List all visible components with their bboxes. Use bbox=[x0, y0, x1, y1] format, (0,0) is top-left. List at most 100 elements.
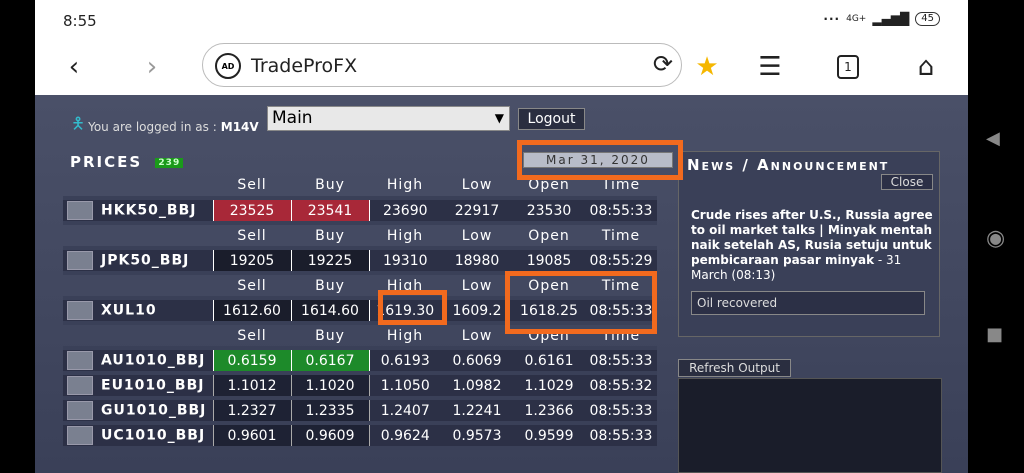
web-page: 🯅 You are logged in as : M14V Main ▼ Log… bbox=[35, 95, 968, 473]
sell-price[interactable]: 1.2327 bbox=[212, 397, 292, 425]
account-select[interactable]: Main ▼ bbox=[267, 106, 510, 131]
column-header: Open bbox=[513, 223, 585, 250]
symbol-cell[interactable]: GU1010_BBJ bbox=[63, 398, 213, 425]
buy-price[interactable]: 0.6167 bbox=[290, 347, 370, 375]
news-body: Crude rises after U.S., Russia agree to … bbox=[691, 208, 935, 283]
quote-row[interactable]: JPK50_BBJ 19205 19225 19310 18980 19085 08:55:… bbox=[63, 247, 657, 275]
news-field[interactable]: Oil recovered bbox=[691, 291, 925, 315]
chart-icon[interactable] bbox=[67, 251, 93, 270]
low-value: 0.9573 bbox=[441, 423, 513, 450]
time-value: 08:55:32 bbox=[585, 373, 657, 400]
sell-price[interactable]: 19205 bbox=[212, 247, 292, 275]
forward-icon[interactable]: › bbox=[135, 50, 169, 84]
menu-icon[interactable]: ☰ bbox=[753, 50, 787, 84]
sell-price[interactable]: 0.9601 bbox=[212, 422, 292, 450]
sell-price[interactable]: 0.6159 bbox=[212, 347, 292, 375]
nav-recents-icon[interactable]: ■ bbox=[986, 324, 1003, 345]
open-value: 0.6161 bbox=[513, 348, 585, 375]
login-user: M14V bbox=[220, 119, 259, 134]
high-value: 0.9624 bbox=[369, 423, 441, 450]
logout-button[interactable]: Logout bbox=[518, 108, 585, 130]
back-icon[interactable]: ‹ bbox=[57, 50, 91, 84]
chart-icon[interactable] bbox=[67, 301, 93, 320]
news-panel: News / Announcement Close Crude rises af… bbox=[678, 151, 940, 337]
chart-icon[interactable] bbox=[67, 376, 93, 395]
chart-icon[interactable] bbox=[67, 426, 93, 445]
quote-row[interactable]: EU1010_BBJ 1.1012 1.1020 1.1050 1.0982 1.1029… bbox=[63, 372, 657, 400]
refresh-output-button[interactable]: Refresh Output bbox=[678, 359, 791, 377]
chart-icon[interactable] bbox=[67, 401, 93, 420]
symbol-cell[interactable]: JPK50_BBJ bbox=[63, 248, 213, 275]
time-value: 08:55:33 bbox=[585, 298, 657, 325]
buy-price[interactable]: 1614.60 bbox=[290, 297, 370, 325]
home-icon[interactable]: ⌂ bbox=[909, 50, 943, 84]
high-value: 0.6193 bbox=[369, 348, 441, 375]
quote-row[interactable]: AU1010_BBJ 0.6159 0.6167 0.6193 0.6069 0.6161… bbox=[63, 347, 657, 375]
reload-icon[interactable]: ⟳ bbox=[653, 50, 673, 78]
buy-price[interactable]: 23541 bbox=[290, 197, 370, 225]
tabs-button[interactable]: 1 bbox=[831, 50, 865, 84]
chart-icon[interactable] bbox=[67, 351, 93, 370]
column-header: High bbox=[369, 223, 441, 250]
open-value: 23530 bbox=[513, 198, 585, 225]
login-info: 🯅 You are logged in as : M14V bbox=[71, 113, 259, 140]
news-title: News / Announcement bbox=[687, 156, 890, 174]
column-header: Sell bbox=[213, 173, 291, 200]
symbol-cell[interactable]: EU1010_BBJ bbox=[63, 373, 213, 400]
url-text[interactable]: TradeProFX bbox=[251, 55, 357, 77]
column-header-row: Sell Buy High Low Open Time bbox=[63, 223, 657, 250]
date-display: Mar 31, 2020 bbox=[523, 152, 673, 168]
column-header: Open bbox=[513, 273, 585, 300]
symbol-cell[interactable]: AU1010_BBJ bbox=[63, 348, 213, 375]
more-notifications-icon: ··· bbox=[823, 12, 841, 26]
open-value: 1618.25 bbox=[513, 298, 585, 325]
nav-back-icon[interactable]: ◀ bbox=[986, 128, 1000, 149]
signal-icon: 4G+ bbox=[846, 14, 867, 24]
open-value: 1.2366 bbox=[513, 398, 585, 425]
star-icon[interactable]: ★ bbox=[690, 50, 724, 84]
ad-block-icon[interactable]: AD bbox=[215, 53, 241, 79]
buy-price[interactable]: 0.9609 bbox=[290, 422, 370, 450]
close-button[interactable]: Close bbox=[881, 174, 933, 190]
high-value: 1.1050 bbox=[369, 373, 441, 400]
buy-price[interactable]: 1.1020 bbox=[290, 372, 370, 400]
column-header: Time bbox=[585, 273, 657, 300]
prices-header: Prices 239 bbox=[70, 153, 184, 171]
column-header: Open bbox=[513, 173, 585, 200]
column-header: Low bbox=[441, 173, 513, 200]
sell-price[interactable]: 1.1012 bbox=[212, 372, 292, 400]
buy-price[interactable]: 1.2335 bbox=[290, 397, 370, 425]
column-header: Sell bbox=[213, 273, 291, 300]
symbol-name: JPK50_BBJ bbox=[101, 252, 190, 269]
nav-home-icon[interactable]: ◉ bbox=[986, 226, 1005, 251]
buy-price[interactable]: 19225 bbox=[290, 247, 370, 275]
address-bar[interactable]: AD TradeProFX ⟳ bbox=[202, 43, 682, 87]
signal-bars-icon: ▂▄▆█ bbox=[872, 12, 910, 26]
column-header-row: Sell Buy High Low Open Time bbox=[63, 173, 657, 200]
quote-row[interactable]: XUL10 1612.60 1614.60 1619.30 1609.2 1618.25 0… bbox=[63, 297, 657, 325]
symbol-name: XUL10 bbox=[101, 302, 157, 319]
symbol-cell[interactable]: XUL10 bbox=[63, 298, 213, 325]
clock: 8:55 bbox=[63, 12, 97, 30]
symbol-name: GU1010_BBJ bbox=[101, 402, 207, 419]
quote-row[interactable]: HKK50_BBJ 23525 23541 23690 22917 23530 08:55:… bbox=[63, 197, 657, 225]
open-value: 19085 bbox=[513, 248, 585, 275]
column-header: High bbox=[369, 173, 441, 200]
column-header-row: Sell Buy High Low Open Time bbox=[63, 323, 657, 350]
login-label: You are logged in as : bbox=[88, 119, 217, 134]
low-value: 1.0982 bbox=[441, 373, 513, 400]
sell-price[interactable]: 1612.60 bbox=[212, 297, 292, 325]
symbol-cell[interactable]: HKK50_BBJ bbox=[63, 198, 213, 225]
chart-icon[interactable] bbox=[67, 201, 93, 220]
prices-title: Prices bbox=[70, 153, 143, 171]
quote-row[interactable]: GU1010_BBJ 1.2327 1.2335 1.2407 1.2241 1.2366… bbox=[63, 397, 657, 425]
system-icons: ··· 4G+ ▂▄▆█ 45 bbox=[823, 12, 940, 26]
symbol-name: HKK50_BBJ bbox=[101, 202, 197, 219]
quote-row[interactable]: UC1010_BBJ 0.9601 0.9609 0.9624 0.9573 0.9599… bbox=[63, 422, 657, 450]
sell-price[interactable]: 23525 bbox=[212, 197, 292, 225]
symbol-cell[interactable]: UC1010_BBJ bbox=[63, 423, 213, 450]
column-header: Low bbox=[441, 273, 513, 300]
column-header: Buy bbox=[291, 223, 369, 250]
low-value: 1609.2 bbox=[441, 298, 513, 325]
low-value: 22917 bbox=[441, 198, 513, 225]
